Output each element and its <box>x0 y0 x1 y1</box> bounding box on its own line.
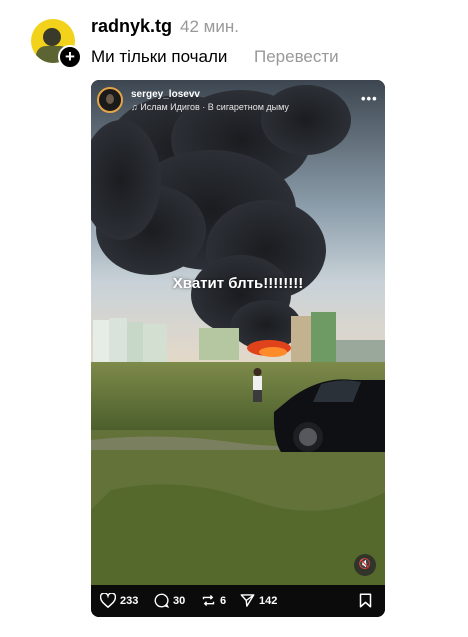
comment-action[interactable]: 30 <box>154 593 185 608</box>
send-icon <box>240 594 255 607</box>
embedded-post-header: sergey_losevv ♫ Ислам Идигов · В сигарет… <box>91 80 385 120</box>
repost-action[interactable]: 6 <box>201 593 226 608</box>
bookmark-icon <box>359 593 372 608</box>
post-time: 42 мин. <box>180 17 239 36</box>
comment-count: 30 <box>173 594 186 607</box>
repost-count: 6 <box>220 594 227 607</box>
like-count: 233 <box>120 594 139 607</box>
music-note-icon: ♫ <box>131 102 141 112</box>
embedded-action-bar: 233 30 6 142 <box>91 585 385 617</box>
more-dots-icon[interactable]: ••• <box>361 91 378 106</box>
repost-icon <box>202 595 215 606</box>
video-frame <box>91 80 385 585</box>
author-username[interactable]: radnyk.tg <box>91 16 172 37</box>
speaker-muted-icon[interactable]: 🔇 <box>354 554 376 576</box>
like-action[interactable]: 233 <box>100 593 138 608</box>
music-track: Ислам Идигов · В сигаретном дыму <box>140 102 289 112</box>
share-action[interactable]: 142 <box>240 593 277 608</box>
save-action[interactable] <box>359 593 372 613</box>
post-caption: Ми тільки почали <box>91 47 228 66</box>
embedded-username[interactable]: sergey_losevv <box>131 89 200 100</box>
translate-link[interactable]: Перевести <box>254 47 339 67</box>
heart-icon <box>100 593 116 608</box>
share-count: 142 <box>259 594 278 607</box>
embedded-music[interactable]: ♫ Ислам Идигов · В сигаретном дыму <box>131 102 289 112</box>
embedded-author-avatar[interactable] <box>97 87 123 113</box>
embedded-video-post[interactable]: sergey_losevv ♫ Ислам Идигов · В сигарет… <box>91 80 385 617</box>
follow-plus-icon[interactable]: + <box>58 45 82 69</box>
video-overlay-text: Хватит блть!!!!!!!! <box>172 275 304 292</box>
comment-bubble-icon <box>154 593 169 608</box>
